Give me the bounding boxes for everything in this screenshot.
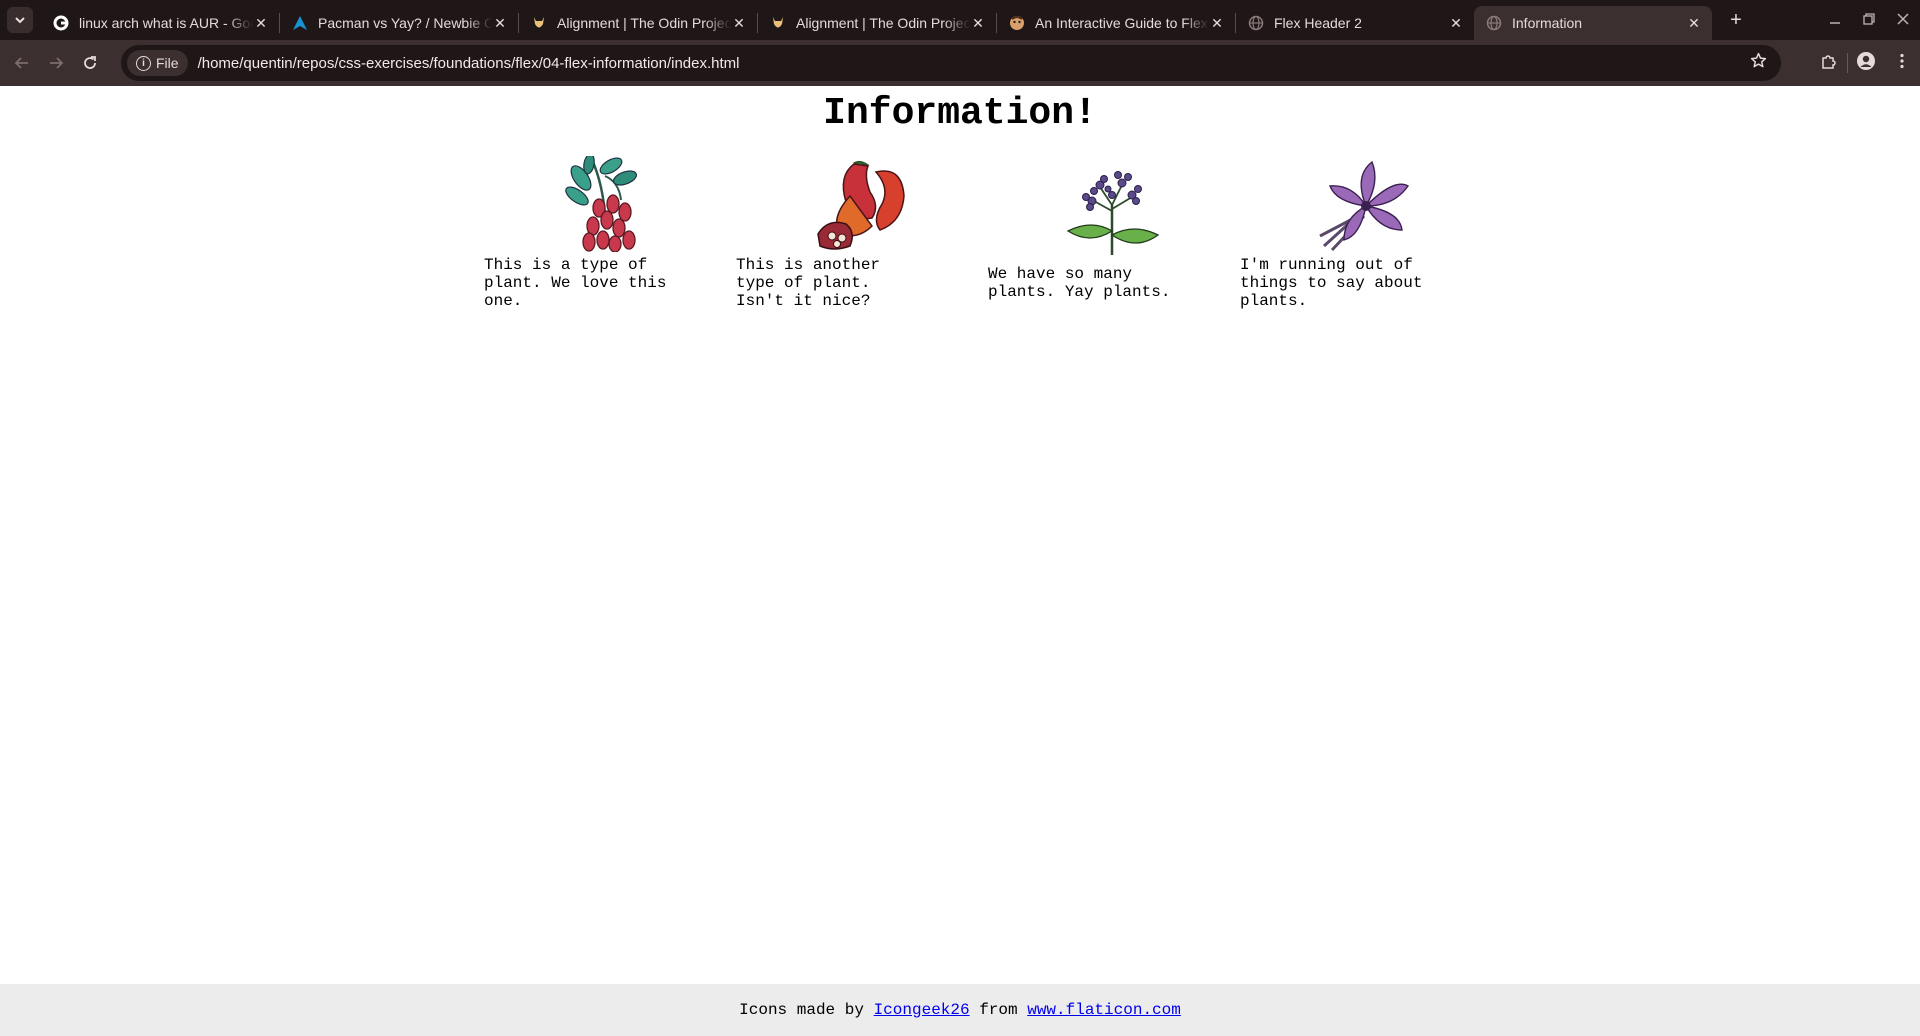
purple-lilac-sprig-icon	[1066, 171, 1160, 255]
violet-flower-icon	[1319, 160, 1410, 252]
globe-icon	[1248, 15, 1264, 31]
arrow-left-icon	[14, 57, 28, 69]
tab-title: linux arch what is AUR - Google Search	[79, 15, 253, 31]
forward-button[interactable]	[39, 46, 73, 80]
close-icon[interactable]: ✕	[731, 15, 747, 32]
url-text[interactable]: /home/quentin/repos/css-exercises/founda…	[198, 55, 740, 72]
author-link[interactable]: Icongeek26	[874, 1001, 970, 1019]
google-icon	[53, 15, 69, 31]
info-card: I'm running out of things to say about p…	[1238, 156, 1490, 310]
window-controls	[1818, 0, 1920, 40]
page-title: Information!	[823, 92, 1097, 135]
info-card: This is a type of plant. We love this on…	[482, 156, 734, 310]
site-info-label: File	[156, 55, 179, 71]
info-card-text: This is a type of plant. We love this on…	[484, 256, 667, 310]
toolbar-actions	[1811, 46, 1920, 80]
odin-icon	[531, 15, 547, 31]
attribution-footer: Icons made by Icongeek26 from www.flatic…	[0, 984, 1920, 1036]
tab-title: Alignment | The Odin Project	[557, 15, 731, 31]
red-berries-plant-icon	[565, 156, 638, 252]
close-icon[interactable]: ✕	[970, 15, 986, 32]
address-bar[interactable]: i File /home/quentin/repos/css-exercises…	[121, 45, 1781, 81]
tab-google-search[interactable]: linux arch what is AUR - Google Search ✕	[41, 6, 279, 40]
arrow-right-icon	[50, 57, 64, 69]
extensions-puzzle-icon[interactable]	[1811, 52, 1847, 75]
chevron-down-icon	[15, 17, 25, 24]
restore-icon[interactable]	[1852, 12, 1886, 28]
minimize-icon[interactable]	[1818, 13, 1852, 28]
tab-strip: linux arch what is AUR - Google Search ✕…	[0, 0, 1920, 40]
arch-icon	[292, 15, 308, 31]
info-card-text: I'm running out of things to say about p…	[1240, 256, 1423, 310]
info-card-row: This is a type of plant. We love this on…	[482, 156, 1490, 310]
info-icon: i	[136, 55, 151, 71]
tab-information[interactable]: Information ✕	[1474, 6, 1712, 40]
new-tab-button[interactable]: +	[1724, 9, 1748, 32]
bookmark-star-icon[interactable]	[1750, 52, 1767, 74]
site-info-chip[interactable]: i File	[127, 50, 188, 76]
tab-odin-alignment-2[interactable]: Alignment | The Odin Project ✕	[758, 6, 996, 40]
tab-odin-alignment-1[interactable]: Alignment | The Odin Project ✕	[519, 6, 757, 40]
info-card-text: We have so many plants. Yay plants.	[988, 265, 1171, 301]
browser-toolbar: i File /home/quentin/repos/css-exercises…	[0, 40, 1920, 86]
reload-icon	[84, 56, 96, 69]
footer-middle: from	[979, 1001, 1018, 1019]
tab-flexbox-guide[interactable]: An Interactive Guide to Flexbox ✕	[997, 6, 1235, 40]
page-viewport: Information! This is a type of plant. We…	[0, 86, 1920, 1036]
odin-icon	[770, 15, 786, 31]
globe-icon	[1486, 15, 1502, 31]
tab-arch-forum[interactable]: Pacman vs Yay? / Newbie Corner ✕	[280, 6, 518, 40]
close-window-icon[interactable]	[1886, 12, 1920, 28]
tab-title: Pacman vs Yay? / Newbie Corner	[318, 15, 492, 31]
tab-title: Information	[1512, 15, 1583, 31]
tab-search-button[interactable]	[7, 7, 33, 33]
close-icon[interactable]: ✕	[1209, 15, 1225, 32]
close-icon[interactable]: ✕	[492, 15, 508, 32]
red-chili-flower-icon	[817, 160, 905, 250]
footer-prefix: Icons made by	[739, 1001, 864, 1019]
info-card: We have so many plants. Yay plants.	[986, 165, 1238, 301]
tab-title: Alignment | The Odin Project	[796, 15, 970, 31]
tab-title: An Interactive Guide to Flexbox	[1035, 15, 1209, 31]
kebab-menu-icon[interactable]	[1884, 53, 1920, 74]
josh-icon	[1009, 15, 1025, 31]
close-icon[interactable]: ✕	[1686, 15, 1702, 32]
tab-flex-header-2[interactable]: Flex Header 2 ✕	[1236, 6, 1474, 40]
close-icon[interactable]: ✕	[1448, 15, 1464, 32]
info-card-text: This is another type of plant. Isn't it …	[736, 256, 881, 310]
reload-button[interactable]	[73, 46, 107, 80]
profile-avatar-icon[interactable]	[1848, 51, 1884, 76]
tab-title: Flex Header 2	[1274, 15, 1362, 31]
flaticon-link[interactable]: www.flaticon.com	[1027, 1001, 1181, 1019]
back-button[interactable]	[5, 46, 39, 80]
close-icon[interactable]: ✕	[253, 15, 269, 32]
info-card: This is another type of plant. Isn't it …	[734, 156, 986, 310]
